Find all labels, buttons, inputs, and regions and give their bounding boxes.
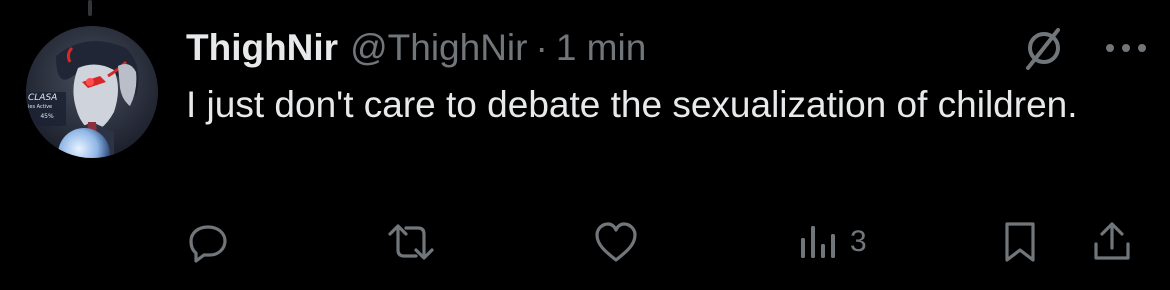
tweet-header: ThighNir @ThighNir · 1 min	[186, 22, 646, 74]
like-icon	[595, 222, 637, 262]
grok-icon[interactable]	[1020, 24, 1068, 72]
tweet-action-bar: 3	[186, 216, 1140, 268]
tweet-text: I just don't care to debate the sexualiz…	[186, 84, 1078, 125]
tweet-top-actions	[1020, 26, 1148, 70]
like-button[interactable]	[592, 216, 640, 268]
avatar[interactable]: CLASA ies Active 45%	[26, 26, 158, 158]
thread-connector-line	[88, 0, 92, 16]
avatar-badge-line-1: CLASA	[28, 93, 58, 103]
share-button[interactable]	[1090, 216, 1134, 268]
separator-dot: ·	[535, 27, 548, 68]
display-name[interactable]: ThighNir	[186, 22, 338, 74]
views-count: 3	[850, 225, 867, 258]
repost-icon	[388, 224, 434, 260]
reply-icon	[189, 225, 227, 263]
views-icon	[801, 226, 835, 258]
bookmark-icon	[1005, 222, 1035, 262]
user-handle[interactable]: @ThighNir	[350, 22, 527, 74]
repost-button[interactable]	[386, 216, 436, 268]
reply-button[interactable]	[186, 216, 230, 268]
share-icon	[1094, 222, 1130, 260]
views-button[interactable]: 3	[798, 216, 867, 268]
timestamp[interactable]: 1 min	[556, 22, 646, 74]
bookmark-button[interactable]	[1000, 216, 1040, 268]
avatar-badge-line-2: ies Active	[28, 104, 53, 110]
more-options-icon[interactable]	[1104, 42, 1148, 54]
avatar-image	[26, 26, 158, 158]
avatar-badge-line-3: 45%	[40, 113, 54, 120]
